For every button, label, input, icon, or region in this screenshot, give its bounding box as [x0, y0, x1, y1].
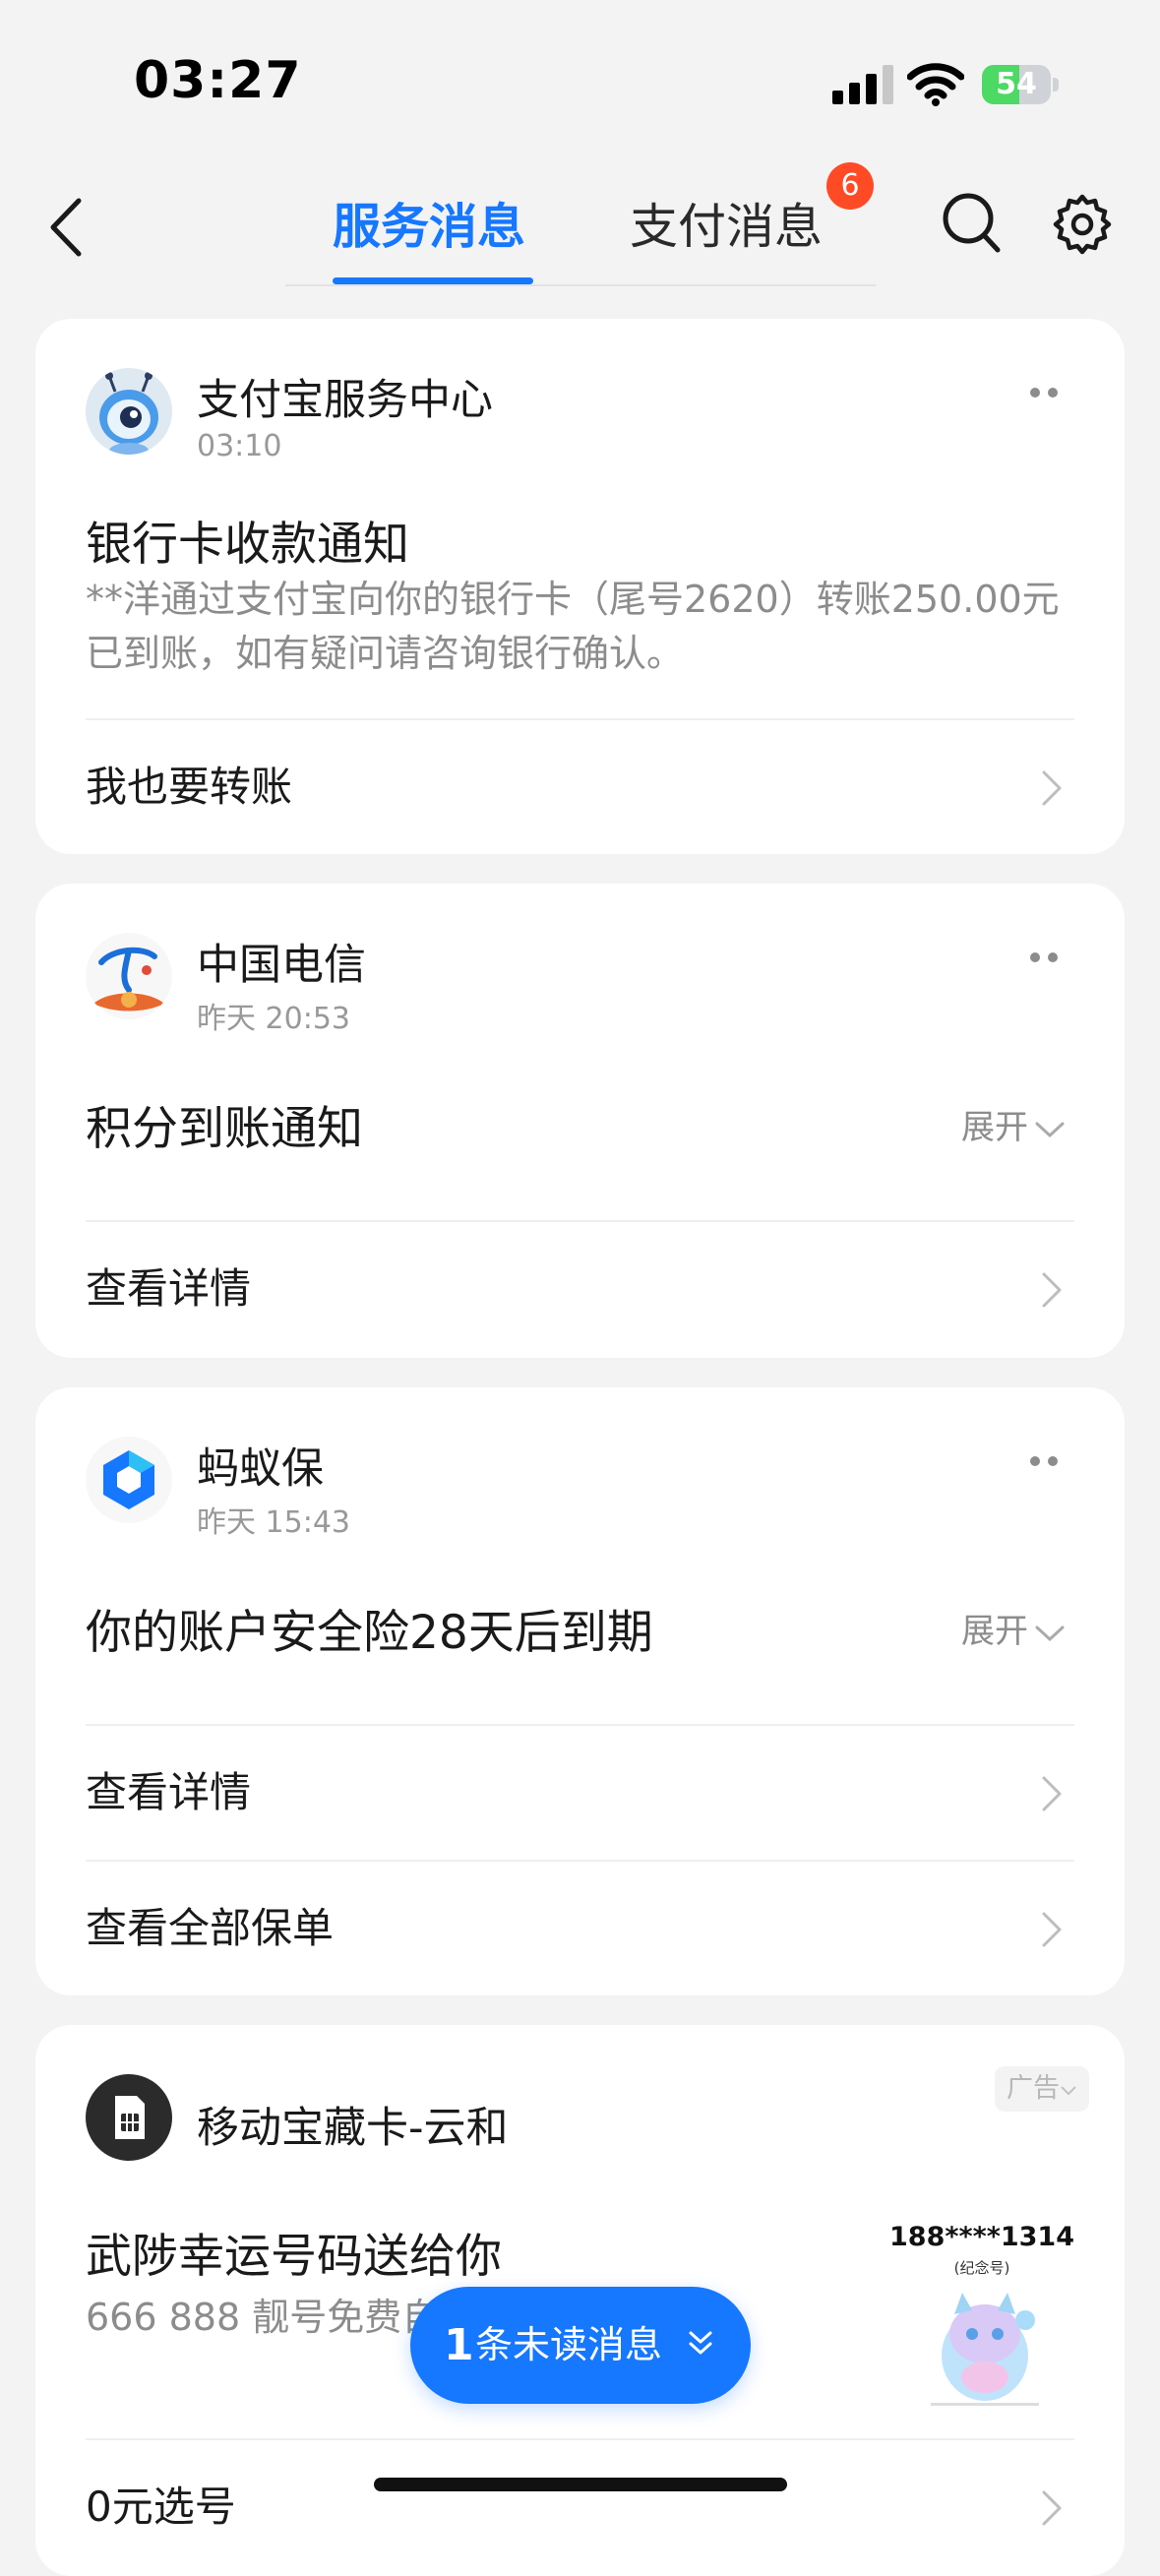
sender-name: 中国电信: [197, 941, 366, 990]
view-all-policies-link[interactable]: 查看全部保单: [35, 1862, 1125, 1995]
ant-insurance-avatar: [86, 1437, 172, 1523]
double-chevron-down-icon: [689, 2331, 712, 2355]
message-title: 武陟幸运号码送给你: [86, 2230, 502, 2284]
expand-label: 展开: [961, 1108, 1028, 1147]
sender-name: 支付宝服务中心: [197, 376, 493, 425]
message-time: 昨天 20:53: [197, 1002, 350, 1036]
link-label: 查看全部保单: [86, 1904, 335, 1952]
more-options-button[interactable]: [1030, 388, 1060, 398]
back-button[interactable]: [43, 193, 92, 262]
link-label: 我也要转账: [86, 763, 293, 811]
tab-payment-messages[interactable]: 支付消息: [630, 193, 823, 262]
battery-level: 54: [996, 67, 1037, 101]
home-indicator: [374, 2478, 787, 2491]
message-title: 银行卡收款通知: [86, 518, 409, 572]
link-label: 0元选号: [86, 2483, 236, 2531]
view-details-link[interactable]: 查看详情: [35, 1726, 1125, 1860]
alipay-service-avatar: [86, 368, 172, 455]
ad-tag[interactable]: 广告: [995, 2066, 1089, 2112]
status-time: 03:27: [134, 51, 302, 110]
promo-number: 188****1314: [889, 2222, 1074, 2252]
expand-toggle[interactable]: 展开: [961, 1604, 1066, 1652]
search-button[interactable]: [941, 191, 1004, 258]
expand-toggle[interactable]: 展开: [961, 1100, 1066, 1148]
message-title: 积分到账通知: [86, 1102, 363, 1156]
link-label: 查看详情: [86, 1768, 252, 1816]
message-card-telecom[interactable]: 中国电信 昨天 20:53 积分到账通知 展开 查看详情: [35, 884, 1125, 1358]
active-tab-indicator: [333, 277, 533, 284]
ad-tag-label: 广告: [1007, 2073, 1060, 2104]
unread-count: 1: [444, 2320, 474, 2370]
unread-label: 条未读消息: [475, 2323, 663, 2366]
free-number-link[interactable]: 0元选号: [35, 2440, 1125, 2574]
sender-name: 移动宝藏卡-云和: [197, 2104, 509, 2153]
settings-button[interactable]: [1051, 193, 1114, 256]
chevron-right-icon: [1042, 1272, 1062, 1308]
gear-icon: [1053, 194, 1112, 255]
lucky-cat-image: [911, 2279, 1059, 2411]
tabs-divider: [285, 284, 876, 286]
chevron-right-icon: [1042, 1912, 1062, 1947]
message-card-ant-insurance[interactable]: 蚂蚁保 昨天 15:43 你的账户安全险28天后到期 展开 查看详情 查看全部保…: [35, 1387, 1125, 1995]
sender-name: 蚂蚁保: [197, 1444, 324, 1494]
wifi-icon: [906, 61, 965, 106]
message-title: 你的账户安全险28天后到期: [86, 1606, 653, 1660]
unread-messages-button[interactable]: 1 条未读消息: [410, 2287, 751, 2404]
view-details-link[interactable]: 查看详情: [35, 1222, 1125, 1356]
message-time: 03:10: [197, 429, 282, 463]
chevron-down-icon: [1035, 1122, 1065, 1137]
chevron-right-icon: [1042, 2490, 1062, 2526]
battery-icon: 54: [982, 65, 1059, 104]
search-icon: [943, 193, 1001, 253]
chevron-down-icon: [1061, 2086, 1076, 2096]
more-options-button[interactable]: [1030, 952, 1060, 962]
message-body: **洋通过支付宝向你的银行卡（尾号2620）转账250.00元已到账，如有疑问请…: [86, 578, 1060, 675]
unread-count-badge: 6: [826, 162, 874, 210]
cellular-signal-icon: [832, 65, 895, 104]
transfer-link[interactable]: 我也要转账: [35, 720, 1125, 854]
china-telecom-avatar: [86, 933, 172, 1019]
tab-service-messages[interactable]: 服务消息: [333, 193, 525, 262]
promo-caption: (纪念号): [953, 2259, 1010, 2277]
chevron-down-icon: [1035, 1625, 1065, 1641]
expand-label: 展开: [961, 1612, 1028, 1651]
chevron-left-icon: [50, 198, 82, 257]
link-label: 查看详情: [86, 1264, 252, 1313]
message-card-alipay[interactable]: 支付宝服务中心 03:10 银行卡收款通知 **洋通过支付宝向你的银行卡（尾号2…: [35, 319, 1125, 854]
more-options-button[interactable]: [1030, 1456, 1060, 1466]
chevron-right-icon: [1042, 770, 1062, 806]
chevron-right-icon: [1042, 1776, 1062, 1811]
sim-card-avatar: [86, 2074, 172, 2161]
message-time: 昨天 15:43: [197, 1505, 350, 1540]
